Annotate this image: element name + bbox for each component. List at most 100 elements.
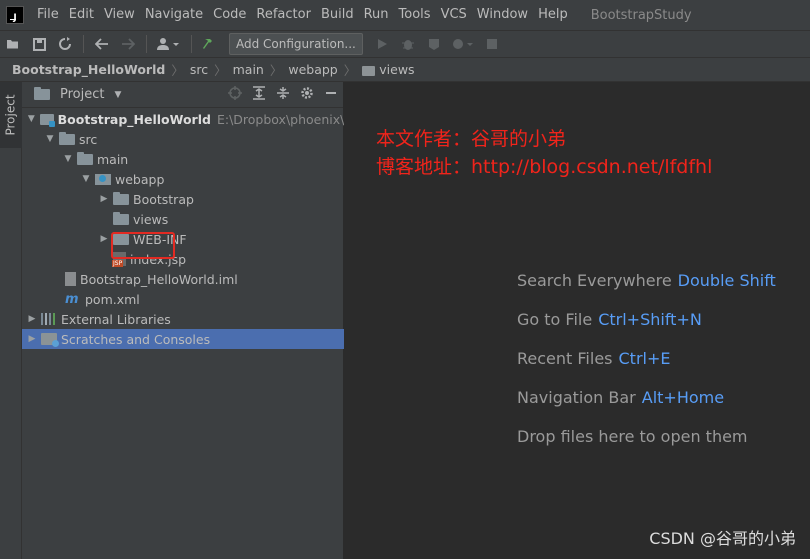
iml-file-icon: [65, 272, 76, 286]
forward-arrow-icon[interactable]: [118, 34, 138, 54]
project-view-icon: [34, 87, 50, 100]
author-annotation: 本文作者：谷哥的小弟: [376, 128, 567, 150]
back-arrow-icon[interactable]: [92, 34, 112, 54]
menu-edit[interactable]: Edit: [64, 0, 99, 30]
tree-item-main[interactable]: ▼ main: [22, 149, 344, 169]
chevron-down-icon[interactable]: ▼: [44, 134, 56, 144]
tree-item-web-inf[interactable]: ▶ WEB-INF: [22, 229, 344, 249]
coverage-icon[interactable]: [424, 34, 444, 54]
tree-root-path: E:\Dropbox\phoenix\fro: [216, 111, 344, 127]
scratches-icon: [41, 333, 59, 347]
tree-webapp-label: webapp: [115, 171, 165, 187]
chevron-right-icon: 〉: [343, 63, 357, 78]
tree-src-label: src: [79, 131, 98, 147]
tool-window-stripe: Project: [0, 82, 22, 559]
menu-file[interactable]: File: [32, 0, 64, 30]
chevron-right-icon: 〉: [214, 63, 227, 78]
chevron-right-icon: 〉: [171, 63, 184, 78]
chevron-down-icon[interactable]: ▼: [26, 114, 37, 124]
menu-tools[interactable]: Tools: [394, 0, 436, 30]
tree-item-root[interactable]: ▼ Bootstrap_HelloWorld E:\Dropbox\phoeni…: [22, 109, 344, 129]
menu-run[interactable]: Run: [359, 0, 394, 30]
module-folder-icon: [39, 113, 55, 127]
menu-refactor[interactable]: Refactor: [251, 0, 316, 30]
menu-build[interactable]: Build: [316, 0, 359, 30]
menu-help[interactable]: Help: [533, 0, 573, 30]
hint-go-to-file: Go to File Ctrl+Shift+N: [517, 310, 702, 329]
project-tool-tab[interactable]: Project: [0, 82, 22, 148]
toolbar-separator: [83, 35, 84, 53]
stop-icon[interactable]: [482, 34, 502, 54]
chevron-right-icon[interactable]: ▶: [26, 334, 38, 344]
editor-area[interactable]: 本文作者：谷哥的小弟 博客地址：http://blog.csdn.net/lfd…: [345, 82, 810, 559]
menu-window[interactable]: Window: [472, 0, 533, 30]
hide-minimize-icon[interactable]: [321, 87, 341, 103]
build-hammer-icon[interactable]: [200, 34, 220, 54]
project-panel: Project ▼ ▼ Bootstrap_HelloWorld E:\Drop…: [22, 82, 344, 559]
tree-item-scratches[interactable]: ▶ Scratches and Consoles: [22, 329, 344, 349]
breadcrumb-src[interactable]: src: [190, 62, 208, 77]
navigation-bar: Bootstrap_HelloWorld 〉 src 〉 main 〉 weba…: [0, 58, 810, 82]
hint-recent-files: Recent Files Ctrl+E: [517, 349, 671, 368]
libraries-icon: [41, 313, 57, 325]
dropdown-caret-icon[interactable]: ▼: [114, 90, 121, 100]
window-project-name: BootstrapStudy: [590, 7, 692, 23]
tree-external-libraries-label: External Libraries: [61, 311, 171, 327]
gear-icon[interactable]: [297, 86, 317, 104]
folder-icon: [59, 131, 75, 145]
panel-title[interactable]: Project: [60, 87, 104, 102]
menu-bar: J File Edit View Navigate Code Refactor …: [0, 0, 810, 30]
expand-all-icon[interactable]: [249, 85, 269, 104]
breadcrumb-main[interactable]: main: [233, 62, 264, 77]
tree-item-views[interactable]: views: [22, 209, 344, 229]
project-tool-tab-label: Project: [4, 94, 18, 136]
breadcrumb-views[interactable]: views: [379, 62, 414, 77]
chevron-down-icon[interactable]: ▼: [62, 154, 74, 164]
breadcrumb-webapp[interactable]: webapp: [288, 62, 337, 77]
tree-root-label: Bootstrap_HelloWorld: [57, 111, 211, 127]
user-icon[interactable]: [155, 34, 183, 54]
intellij-logo-icon: J: [6, 6, 24, 24]
main-toolbar: Add Configuration...: [0, 30, 810, 58]
save-icon[interactable]: [29, 34, 49, 54]
open-folder-icon[interactable]: [3, 34, 23, 54]
chevron-down-icon[interactable]: ▼: [80, 174, 92, 184]
maven-file-icon: m: [65, 291, 79, 307]
csdn-watermark: CSDN @谷哥的小弟: [649, 529, 796, 548]
tree-item-bootstrap[interactable]: ▶ Bootstrap: [22, 189, 344, 209]
debug-icon[interactable]: [398, 34, 418, 54]
tree-item-src[interactable]: ▼ src: [22, 129, 344, 149]
toolbar-separator: [191, 35, 192, 53]
locate-target-icon[interactable]: [225, 85, 245, 104]
tree-item-external-libraries[interactable]: ▶ External Libraries: [22, 309, 344, 329]
toolbar-separator: [146, 35, 147, 53]
menu-navigate[interactable]: Navigate: [140, 0, 208, 30]
hint-search-everywhere: Search Everywhere Double Shift: [517, 271, 776, 290]
tree-item-index-jsp[interactable]: index.jsp: [22, 249, 344, 269]
add-configuration-button[interactable]: Add Configuration...: [229, 33, 363, 55]
tree-bootstrap-label: Bootstrap: [133, 191, 194, 207]
web-folder-icon: [95, 173, 111, 185]
tree-iml-label: Bootstrap_HelloWorld.iml: [80, 271, 238, 287]
tree-pom-label: pom.xml: [85, 291, 140, 307]
profile-icon[interactable]: [450, 34, 476, 54]
collapse-all-icon[interactable]: [273, 86, 293, 104]
chevron-right-icon[interactable]: ▶: [98, 194, 110, 204]
tree-views-label: views: [133, 211, 169, 227]
chevron-right-icon[interactable]: ▶: [98, 234, 110, 244]
sync-icon[interactable]: [55, 34, 75, 54]
menu-code[interactable]: Code: [208, 0, 251, 30]
tree-item-pom[interactable]: m pom.xml: [22, 289, 344, 309]
tree-item-webapp[interactable]: ▼ webapp: [22, 169, 344, 189]
menu-view[interactable]: View: [99, 0, 140, 30]
blog-annotation: 博客地址：http://blog.csdn.net/lfdfhl: [376, 156, 713, 178]
menu-vcs[interactable]: VCS: [436, 0, 472, 30]
chevron-right-icon[interactable]: ▶: [26, 314, 38, 324]
run-icon[interactable]: [372, 34, 392, 54]
folder-icon: [362, 65, 376, 76]
breadcrumb-project[interactable]: Bootstrap_HelloWorld: [12, 62, 165, 77]
tree-scratches-label: Scratches and Consoles: [61, 331, 211, 347]
chevron-right-icon: 〉: [269, 63, 283, 78]
folder-icon: [113, 191, 129, 205]
tree-item-iml[interactable]: Bootstrap_HelloWorld.iml: [22, 269, 344, 289]
